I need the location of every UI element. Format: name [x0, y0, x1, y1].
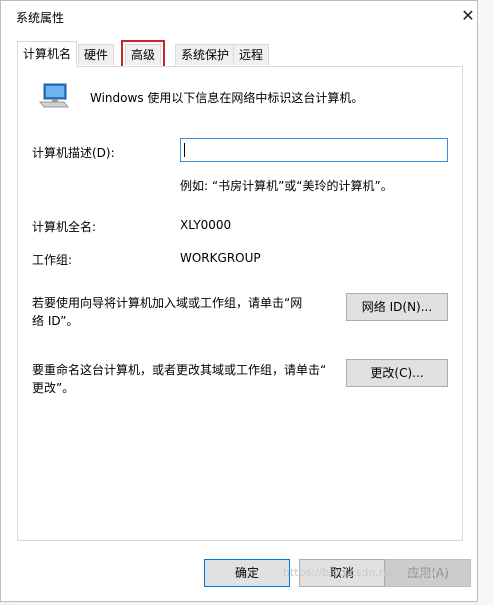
computer-name-panel: Windows 使用以下信息在网络中标识这台计算机。 计算机描述(D): 例如:…: [17, 66, 463, 541]
example-text: 例如: “书房计算机”或“美玲的计算机”。: [180, 179, 393, 193]
workgroup-label: 工作组:: [32, 253, 73, 267]
background-window-right: [478, 0, 493, 605]
ok-button[interactable]: 确定: [204, 559, 290, 587]
window-title: 系统属性: [16, 11, 65, 25]
tab-remote[interactable]: 远程: [233, 44, 270, 65]
info-text: Windows 使用以下信息在网络中标识这台计算机。: [90, 91, 364, 105]
tab-computer-name[interactable]: 计算机名: [17, 41, 78, 67]
rename-text-line1: 要重命名这台计算机，或者更改其域或工作组，请单击“: [32, 363, 327, 377]
tab-system-protection[interactable]: 系统保护: [175, 44, 236, 65]
text-caret: [184, 143, 185, 157]
tab-advanced[interactable]: 高级: [120, 40, 166, 69]
full-name-label: 计算机全名:: [32, 220, 97, 234]
rename-text-line2: 更改”。: [32, 381, 75, 395]
computer-description-input[interactable]: [180, 138, 448, 162]
close-icon[interactable]: ✕: [457, 5, 479, 27]
domain-join-text-line2: 络 ID”。: [32, 314, 79, 328]
description-label: 计算机描述(D):: [32, 146, 115, 160]
workgroup-value: WORKGROUP: [180, 251, 261, 265]
computer-icon: [38, 83, 70, 108]
change-button[interactable]: 更改(C)...: [346, 359, 448, 387]
watermark: https://blog.csdn.net/jiandanyou: [283, 566, 462, 579]
tab-hardware[interactable]: 硬件: [78, 44, 115, 65]
system-properties-dialog: 系统属性 ✕ 计算机名 硬件 高级 系统保护 远程 Windows 使用以下信息…: [0, 0, 478, 602]
full-name-value: XLY0000: [180, 218, 232, 232]
domain-join-text-line1: 若要使用向导将计算机加入域或工作组，请单击“网: [32, 296, 303, 310]
tab-strip: 计算机名 硬件 高级 系统保护 远程: [17, 40, 477, 69]
network-id-button[interactable]: 网络 ID(N)...: [346, 293, 448, 321]
